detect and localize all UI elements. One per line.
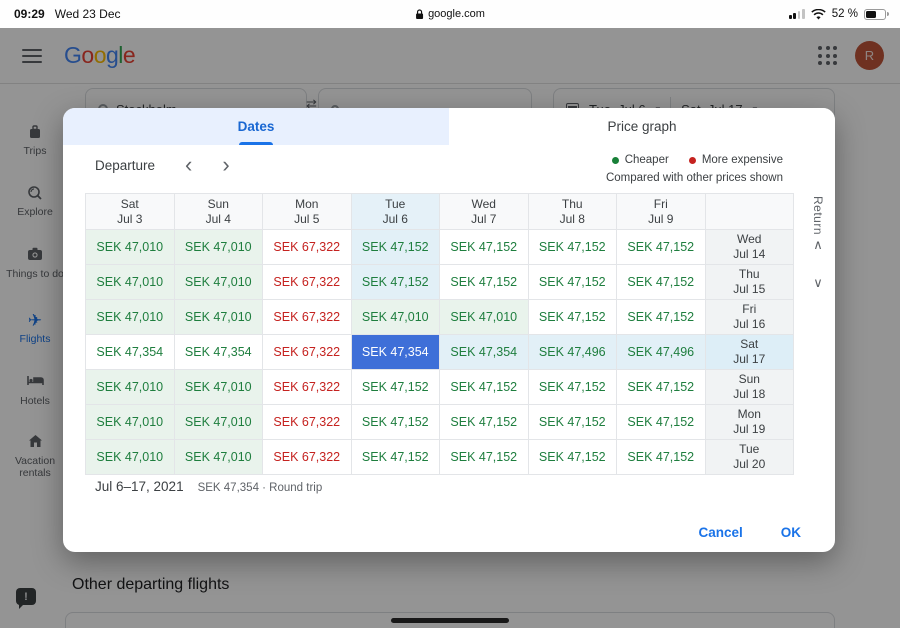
- price-cell[interactable]: SEK 47,010: [175, 265, 264, 300]
- row-header-fri: FriJul 16: [706, 300, 795, 335]
- dialog-tabs: Dates Price graph: [63, 108, 835, 145]
- price-cell[interactable]: SEK 47,496: [529, 335, 618, 370]
- price-cell[interactable]: SEK 47,152: [440, 405, 529, 440]
- more-expensive-label: More expensive: [702, 154, 783, 166]
- price-cell[interactable]: SEK 47,152: [529, 405, 618, 440]
- battery-icon: [864, 9, 886, 20]
- ok-button[interactable]: OK: [767, 516, 815, 549]
- price-cell[interactable]: SEK 47,152: [440, 230, 529, 265]
- price-cell[interactable]: SEK 67,322: [263, 300, 352, 335]
- selected-dates: Jul 6–17, 2021: [95, 479, 184, 494]
- price-cell[interactable]: SEK 47,010: [175, 405, 264, 440]
- price-cell[interactable]: SEK 47,152: [352, 370, 441, 405]
- home-indicator[interactable]: [391, 618, 509, 623]
- return-up-icon[interactable]: ∧: [813, 237, 823, 252]
- price-cell[interactable]: SEK 47,152: [440, 440, 529, 475]
- cheaper-dot-icon: [612, 157, 619, 164]
- row-header-sat: SatJul 17: [706, 335, 795, 370]
- column-header-thu: ThuJul 8: [529, 194, 618, 230]
- price-legend: Cheaper More expensive Compared with oth…: [606, 154, 783, 184]
- price-cell[interactable]: SEK 47,496: [617, 335, 706, 370]
- date-picker-dialog: Dates Price graph Departure ‹ › Cheaper …: [63, 108, 835, 552]
- column-header-wed: WedJul 7: [440, 194, 529, 230]
- price-cell[interactable]: SEK 47,010: [175, 370, 264, 405]
- return-label: Return: [811, 196, 825, 235]
- price-cell[interactable]: SEK 67,322: [263, 335, 352, 370]
- wifi-icon: [811, 9, 826, 20]
- price-cell[interactable]: SEK 47,010: [86, 300, 175, 335]
- price-cell[interactable]: SEK 47,152: [617, 405, 706, 440]
- price-cell[interactable]: SEK 47,152: [617, 440, 706, 475]
- price-cell[interactable]: SEK 47,354: [175, 335, 264, 370]
- price-cell[interactable]: SEK 47,010: [86, 370, 175, 405]
- price-cell[interactable]: SEK 47,152: [440, 265, 529, 300]
- price-cell[interactable]: SEK 47,354: [440, 335, 529, 370]
- battery-percent: 52 %: [832, 8, 858, 20]
- price-cell[interactable]: SEK 47,010: [175, 230, 264, 265]
- column-header-empty: [706, 194, 795, 230]
- price-cell[interactable]: SEK 47,354: [352, 335, 441, 370]
- price-cell[interactable]: SEK 47,010: [175, 300, 264, 335]
- departure-next-icon[interactable]: ›: [218, 156, 233, 174]
- price-cell[interactable]: SEK 47,152: [529, 230, 618, 265]
- price-cell[interactable]: SEK 47,152: [529, 300, 618, 335]
- price-cell[interactable]: SEK 47,152: [617, 300, 706, 335]
- price-cell[interactable]: SEK 47,010: [352, 300, 441, 335]
- price-cell[interactable]: SEK 67,322: [263, 370, 352, 405]
- price-cell[interactable]: SEK 47,010: [86, 405, 175, 440]
- column-header-mon: MonJul 5: [263, 194, 352, 230]
- status-bar: 09:29 Wed 23 Dec google.com 52 %: [0, 0, 900, 28]
- column-header-sun: SunJul 4: [175, 194, 264, 230]
- row-header-mon: MonJul 19: [706, 405, 795, 440]
- cellular-icon: [789, 9, 805, 19]
- cancel-button[interactable]: Cancel: [684, 516, 756, 549]
- price-cell[interactable]: SEK 47,152: [529, 265, 618, 300]
- lock-icon: [415, 9, 424, 20]
- price-cell[interactable]: SEK 67,322: [263, 405, 352, 440]
- price-cell[interactable]: SEK 47,010: [86, 265, 175, 300]
- tab-price-graph[interactable]: Price graph: [449, 108, 835, 145]
- price-cell[interactable]: SEK 47,152: [440, 370, 529, 405]
- price-cell[interactable]: SEK 67,322: [263, 440, 352, 475]
- price-cell[interactable]: SEK 47,354: [86, 335, 175, 370]
- status-date: Wed 23 Dec: [55, 7, 121, 21]
- tab-dates[interactable]: Dates: [63, 108, 449, 145]
- price-cell[interactable]: SEK 47,152: [352, 405, 441, 440]
- row-header-tue: TueJul 20: [706, 440, 795, 475]
- price-cell[interactable]: SEK 47,152: [352, 265, 441, 300]
- column-header-sat: SatJul 3: [86, 194, 175, 230]
- price-cell[interactable]: SEK 47,152: [352, 440, 441, 475]
- row-header-sun: SunJul 18: [706, 370, 795, 405]
- price-cell[interactable]: SEK 47,152: [617, 265, 706, 300]
- expensive-dot-icon: [689, 157, 696, 164]
- price-cell[interactable]: SEK 47,152: [617, 370, 706, 405]
- row-header-wed: WedJul 14: [706, 230, 795, 265]
- selected-price: SEK 47,354 · Round trip: [198, 482, 323, 494]
- price-cell[interactable]: SEK 47,152: [529, 440, 618, 475]
- price-grid: SatJul 3SunJul 4MonJul 5TueJul 6WedJul 7…: [85, 193, 794, 475]
- price-cell[interactable]: SEK 67,322: [263, 265, 352, 300]
- departure-prev-icon[interactable]: ‹: [181, 156, 196, 174]
- url-bar[interactable]: google.com: [415, 8, 485, 20]
- price-cell[interactable]: SEK 47,010: [440, 300, 529, 335]
- price-cell[interactable]: SEK 47,152: [617, 230, 706, 265]
- price-cell[interactable]: SEK 47,152: [352, 230, 441, 265]
- url-text: google.com: [428, 8, 485, 20]
- column-header-tue: TueJul 6: [352, 194, 441, 230]
- price-cell[interactable]: SEK 47,010: [175, 440, 264, 475]
- price-cell[interactable]: SEK 47,152: [529, 370, 618, 405]
- price-cell[interactable]: SEK 67,322: [263, 230, 352, 265]
- status-time: 09:29: [14, 7, 45, 21]
- return-down-icon[interactable]: ∨: [813, 275, 823, 290]
- cheaper-label: Cheaper: [625, 154, 669, 166]
- legend-note: Compared with other prices shown: [606, 172, 783, 184]
- price-cell[interactable]: SEK 47,010: [86, 230, 175, 265]
- price-cell[interactable]: SEK 47,010: [86, 440, 175, 475]
- departure-label: Departure: [95, 158, 155, 173]
- row-header-thu: ThuJul 15: [706, 265, 795, 300]
- column-header-fri: FriJul 9: [617, 194, 706, 230]
